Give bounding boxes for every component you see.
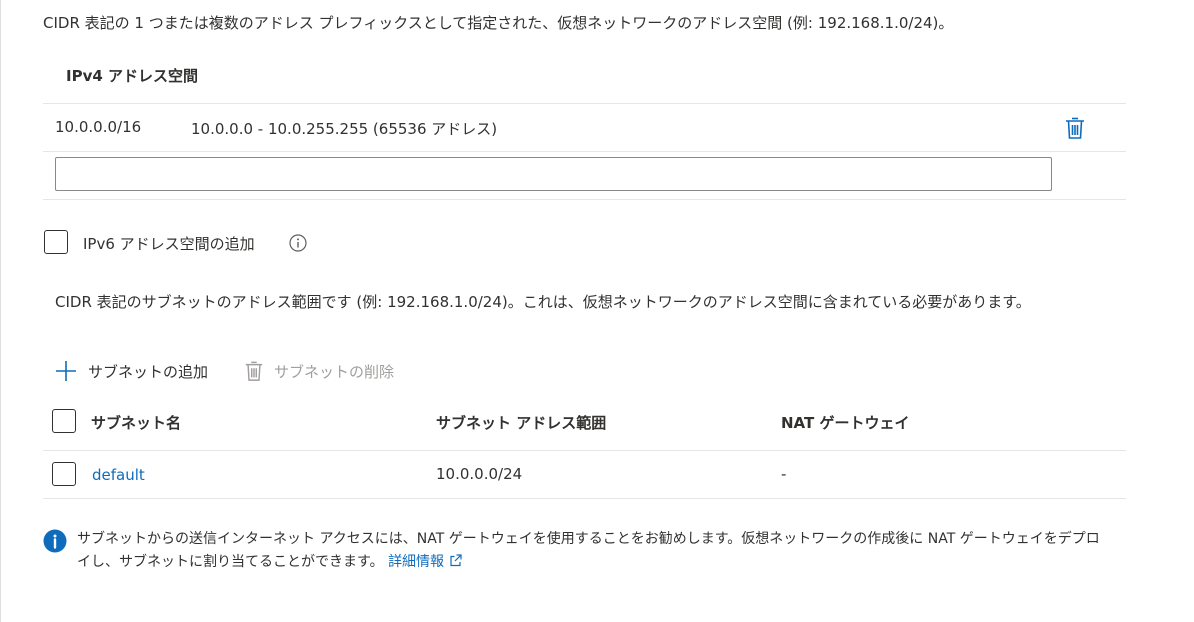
add-ipv6-checkbox[interactable] (44, 230, 68, 254)
add-ipv6-label: IPv6 アドレス空間の追加 (83, 235, 255, 253)
divider (43, 103, 1126, 104)
subnet-name-column-header: サブネット名 (91, 414, 182, 432)
learn-more-label: 詳細情報 (388, 554, 445, 570)
nat-recommendation-note: サブネットからの送信インターネット アクセスには、NAT ゲートウェイを使用する… (43, 528, 1133, 574)
nat-recommendation-text: サブネットからの送信インターネット アクセスには、NAT ゲートウェイを使用する… (77, 531, 1100, 570)
subnet-range-column-header: サブネット アドレス範囲 (436, 414, 607, 432)
divider (43, 199, 1126, 200)
learn-more-link[interactable]: 詳細情報 (388, 554, 462, 570)
ipv6-info-button[interactable] (288, 233, 308, 253)
subnet-description: CIDR 表記のサブネットのアドレス範囲です (例: 192.168.1.0/2… (55, 293, 1031, 311)
ipv4-column-header: IPv4 アドレス空間 (66, 67, 199, 85)
trash-disabled-icon (245, 361, 263, 381)
divider (43, 151, 1126, 152)
delete-subnet-button[interactable]: サブネットの削除 (244, 358, 394, 384)
left-panel-border (0, 0, 1, 622)
address-space-description: CIDR 表記の 1 つまたは複数のアドレス プレフィックスとして指定された、仮… (43, 14, 954, 32)
select-all-subnets-checkbox[interactable] (52, 409, 76, 433)
trash-icon (1066, 117, 1084, 139)
plus-icon (56, 361, 76, 381)
subnet-row-checkbox[interactable] (52, 462, 76, 486)
delete-address-space-button[interactable] (1064, 115, 1086, 141)
divider (43, 450, 1126, 451)
nat-gateway-column-header: NAT ゲートウェイ (781, 414, 910, 432)
add-subnet-button[interactable]: サブネットの追加 (54, 358, 208, 384)
info-filled-icon (43, 529, 67, 553)
info-outline-icon (289, 234, 307, 252)
external-link-icon (449, 554, 462, 567)
subnet-range-cell: 10.0.0.0/24 (436, 465, 523, 483)
address-space-range: 10.0.0.0 - 10.0.255.255 (65536 アドレス) (191, 120, 498, 138)
subnet-name-link[interactable]: default (92, 466, 145, 484)
address-space-cidr: 10.0.0.0/16 (55, 118, 142, 136)
delete-subnet-label: サブネットの削除 (274, 362, 395, 381)
divider (43, 498, 1126, 499)
new-address-space-input[interactable] (55, 157, 1052, 191)
subnet-nat-cell: - (781, 465, 787, 483)
add-subnet-label: サブネットの追加 (88, 362, 209, 381)
